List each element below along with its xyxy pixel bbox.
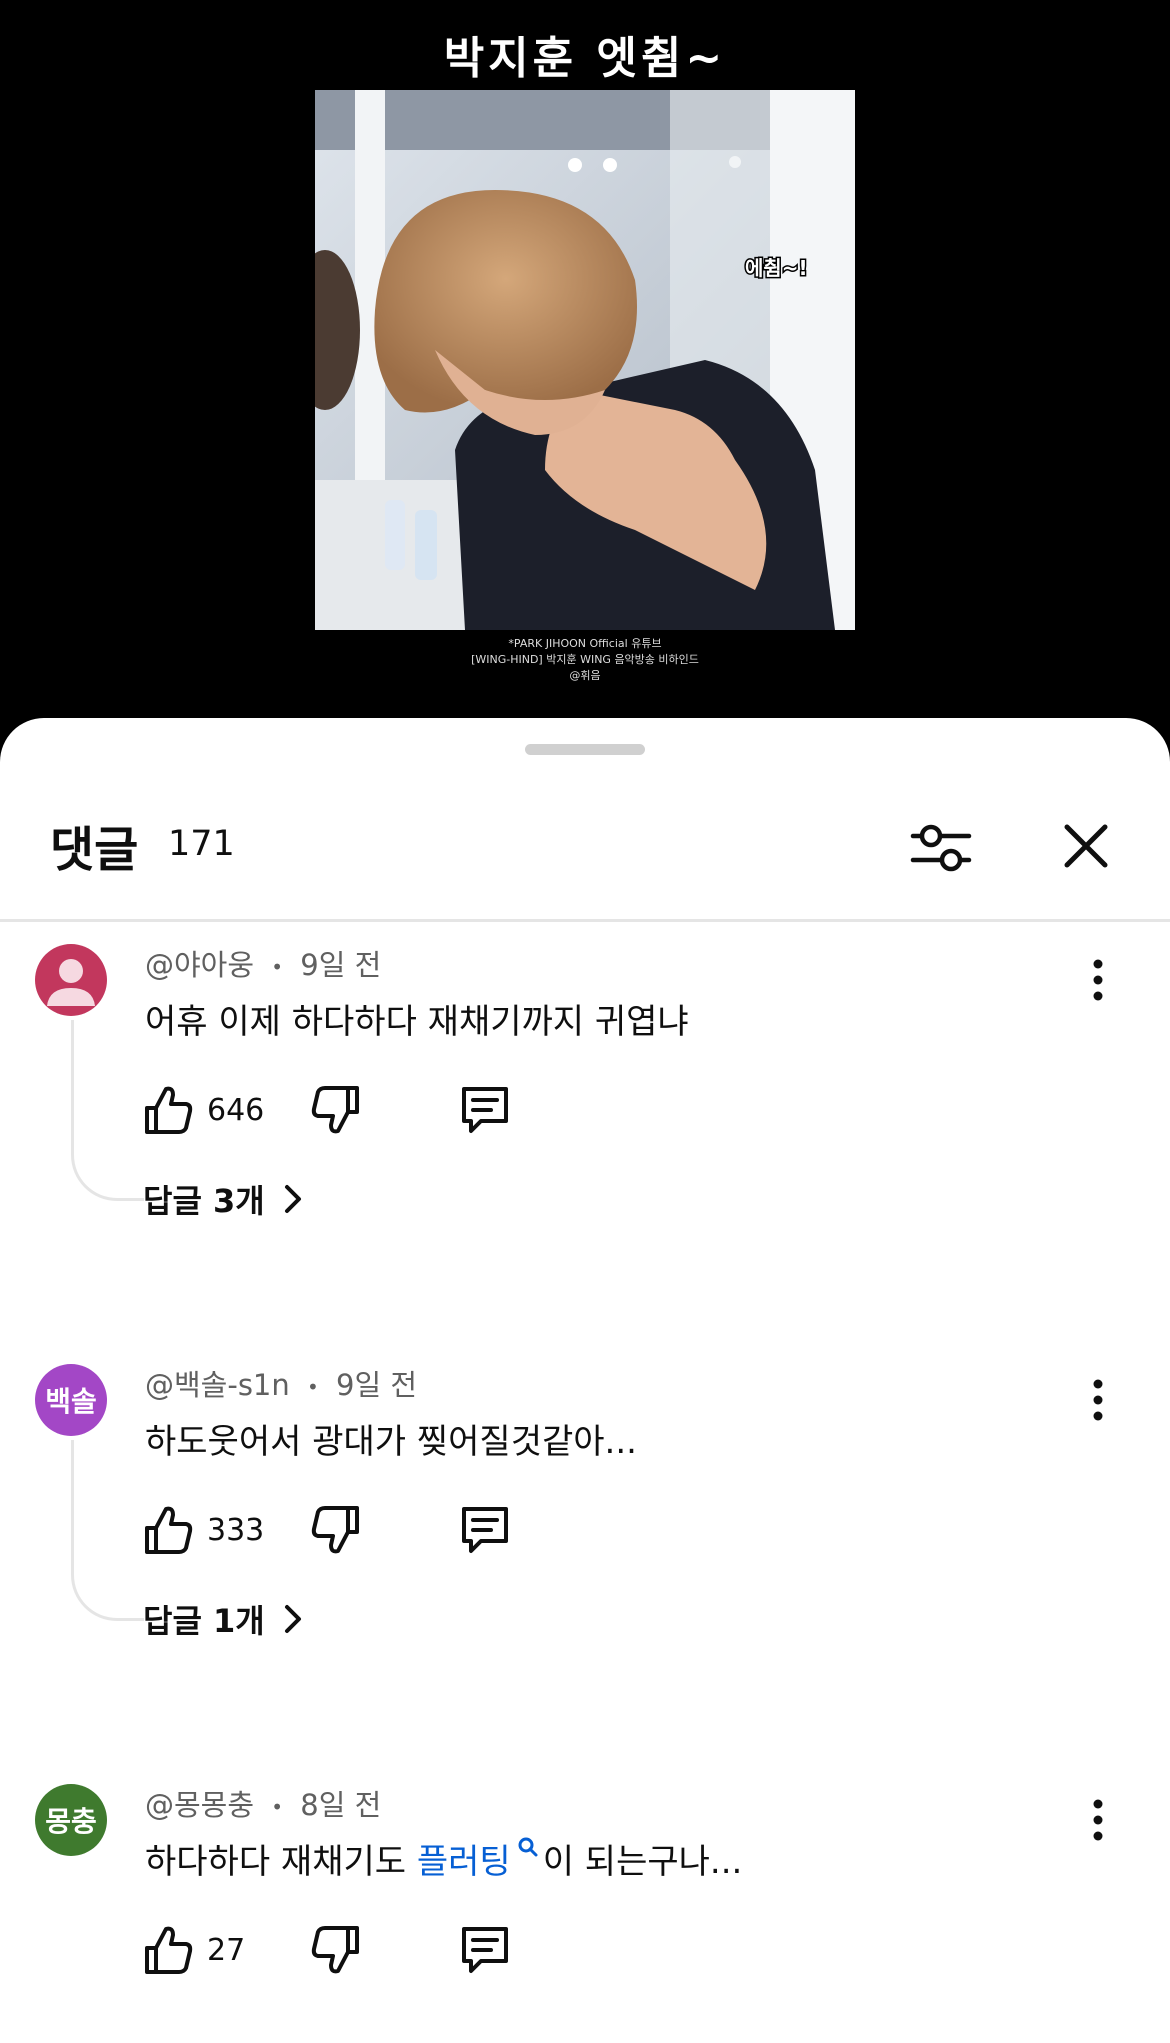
more-vert-icon [1093,959,1103,1001]
video-caption-line-3: @휘음 [569,669,601,682]
video-caption-line-1: *PARK JIHOON Official 유튜브 [508,637,662,650]
search-link[interactable]: 플러팅 [416,1837,543,1882]
like-button[interactable]: 333 [143,1504,264,1556]
dislike-button[interactable] [311,1924,361,1980]
sliders-icon [910,824,972,872]
comment-text: 하다하다 재채기도 플러팅 이 되는구나... [145,1834,742,1883]
view-replies-button[interactable]: 답글 1개 [143,1596,307,1642]
comments-sheet: 댓글 171 @야아웅 • 9일 전 어휴 이제 하다하다 재채기까지 귀엽냐 … [0,718,1170,2043]
meta-separator: • [271,1795,284,1819]
default-user-icon [47,959,95,1006]
like-button[interactable]: 646 [143,1084,264,1136]
comment-actions: 333 [143,1504,743,1560]
comment-author[interactable]: @몽몽충 [145,1788,254,1822]
reply-button[interactable] [459,1084,511,1140]
reply-comment-icon [462,1087,508,1133]
chevron-right-icon [284,1185,301,1213]
thumbs-down-icon [311,1506,359,1554]
avatar[interactable] [35,944,107,1016]
drag-handle[interactable] [525,744,645,755]
thumbs-up-icon [145,1926,193,1974]
dislike-button[interactable] [311,1504,361,1560]
video-player[interactable]: 박지훈 엣췸~ 에췸~! *PARK JIHOON Official 유튜브 [… [0,0,1170,740]
comment-author[interactable]: @야아웅 [145,948,254,982]
like-count: 646 [207,1092,265,1128]
thread-connector [71,1020,144,1201]
meta-separator: • [306,1375,319,1399]
reply-button[interactable] [459,1924,511,1980]
comment-time: 8일 전 [300,1788,382,1822]
video-frame: 에췸~! [315,90,855,630]
more-options-button[interactable] [1085,1798,1111,1842]
video-caption-line-2: [WING-HIND] 박지훈 WING 음악방송 비하인드 [471,653,699,666]
thread-connector [71,1440,144,1621]
like-button[interactable]: 27 [143,1924,245,1976]
like-count: 333 [207,1512,265,1548]
comment-meta: @백솔-s1n • 9일 전 [145,1362,417,1404]
video-still-image: 에췸~! [315,90,855,630]
like-count: 27 [207,1932,246,1968]
comment-time: 9일 전 [336,1368,418,1402]
replies-label: 답글 1개 [143,1602,265,1640]
comments-title: 댓글 [50,822,139,878]
thumbs-up-icon [145,1086,193,1134]
meta-separator: • [271,955,284,979]
comment-text-start: 하다하다 재채기도 [145,1842,417,1882]
comment-actions: 646 [143,1084,743,1140]
video-title-overlay: 박지훈 엣췸~ [443,33,727,84]
header-divider [0,919,1170,922]
reply-comment-icon [462,1507,508,1553]
search-link-text: 플러팅 [416,1842,511,1882]
chevron-right-icon [284,1605,301,1633]
comment-author[interactable]: @백솔-s1n [145,1368,290,1402]
more-options-button[interactable] [1085,1378,1111,1422]
comment-text: 어휴 이제 하다하다 재채기까지 귀엽냐 [145,1002,689,1042]
thumbs-down-icon [311,1926,359,1974]
more-vert-icon [1093,1799,1103,1841]
replies-label: 답글 3개 [143,1182,265,1220]
view-replies-button[interactable]: 답글 3개 [143,1176,307,1222]
comment-meta: @몽몽충 • 8일 전 [145,1782,381,1824]
comment-actions: 27 [143,1924,743,1980]
close-icon [1064,824,1108,868]
reply-comment-icon [462,1927,508,1973]
close-button[interactable] [1058,818,1114,874]
comment-time: 9일 전 [300,948,382,982]
reply-button[interactable] [459,1504,511,1560]
dislike-button[interactable] [311,1084,361,1140]
filter-button[interactable] [905,818,977,878]
thumbs-up-icon [145,1506,193,1554]
video-overlay-text: 에췸~! [745,256,808,280]
comment-text: 하도웃어서 광대가 찢어질것같아... [145,1422,637,1462]
comment-meta: @야아웅 • 9일 전 [145,942,381,984]
comments-count: 171 [168,824,235,864]
avatar[interactable]: 백솔 [35,1364,107,1436]
avatar[interactable]: 몽충 [35,1784,107,1856]
comment-text-end: 이 되는구나... [542,1842,743,1882]
search-icon [518,1837,538,1857]
thumbs-down-icon [311,1086,359,1134]
more-vert-icon [1093,1379,1103,1421]
more-options-button[interactable] [1085,958,1111,1002]
